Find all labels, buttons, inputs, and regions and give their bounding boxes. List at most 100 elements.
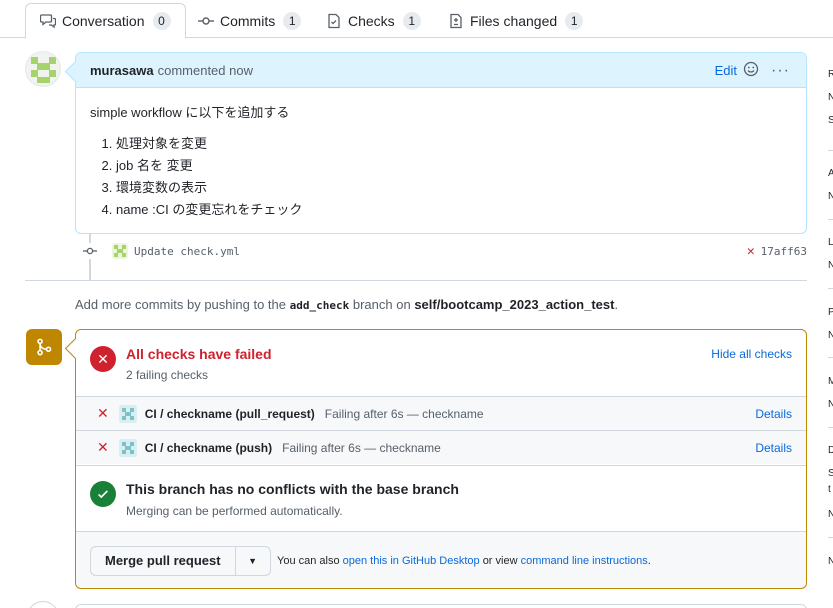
check-description: Failing after 6s — checkname: [324, 406, 484, 421]
x-fail-icon[interactable]: ✕: [747, 244, 755, 259]
list-item: 処理対象を変更: [116, 133, 792, 155]
sidebar-text-fragment: N: [828, 509, 833, 520]
pr-description-comment: murasawa commented now Edit ··· simple w…: [75, 52, 807, 234]
command-line-instructions-link[interactable]: command line instructions: [521, 555, 648, 567]
sidebar-text-fragment: N: [828, 330, 833, 341]
sidebar-heading-fragment: N: [828, 556, 833, 567]
merge-actions: Merge pull request ▼ You can also open t…: [76, 531, 806, 588]
github-actions-app-icon: [118, 404, 137, 423]
edit-comment-button[interactable]: Edit: [715, 63, 737, 78]
sidebar-divider: [828, 357, 833, 358]
conflict-status-title: This branch has no conflicts with the ba…: [126, 481, 459, 497]
tab-label: Checks: [348, 12, 395, 29]
hint-text: or view: [482, 555, 518, 567]
check-row: ✕ CI / checkname (pull_request) Failing …: [76, 396, 806, 430]
comment-list: 処理対象を変更 job 名を 変更 環境変数の表示 name :CI の変更忘れ…: [90, 133, 792, 221]
comment-discussion-icon: [40, 13, 56, 29]
commit-row: Update check.yml ✕ 17aff63: [82, 240, 807, 262]
pr-tab-bar: Conversation 0 Commits 1 Checks 1 Files …: [0, 0, 833, 39]
add-reaction-icon[interactable]: [743, 61, 759, 80]
checklist-icon: [326, 13, 342, 29]
check-name: CI / checkname (push): [144, 440, 273, 455]
tab-label: Commits: [220, 12, 276, 29]
github-actions-app-icon: [118, 438, 137, 457]
commit-message-link[interactable]: Update check.yml: [134, 245, 240, 258]
list-item: name :CI の変更忘れをチェック: [116, 199, 792, 221]
tab-count-badge: 1: [402, 11, 421, 30]
check-details-link[interactable]: Details: [755, 407, 792, 421]
list-item: 環境変数の表示: [116, 177, 792, 199]
hint-text: You can also: [277, 555, 340, 567]
sidebar-text-fragment: N: [828, 399, 833, 410]
avatar: [27, 601, 59, 608]
sidebar-heading-fragment: L: [828, 237, 833, 248]
tab-label: Conversation: [62, 13, 145, 29]
tab-label: Files changed: [470, 12, 558, 29]
checks-status-title: All checks have failed: [126, 346, 272, 362]
x-fail-icon: ✕: [97, 405, 109, 421]
hide-all-checks-button[interactable]: Hide all checks: [711, 347, 792, 361]
tab-checks[interactable]: Checks 1: [326, 3, 421, 38]
conflict-status-subtitle: Merging can be performed automatically.: [126, 504, 343, 518]
git-commit-icon: [198, 13, 214, 29]
sidebar-text-fragment: N: [828, 92, 833, 103]
sidebar-text-fragment: S: [828, 115, 833, 126]
sidebar-divider: [828, 150, 833, 151]
sidebar-text-fragment: N: [828, 191, 833, 202]
checks-summary: ✕ All checks have failed 2 failing check…: [76, 330, 806, 396]
comment-intro: simple workflow に以下を追加する: [90, 105, 290, 120]
sidebar-heading-fragment: M: [828, 376, 833, 387]
hint-text: .: [614, 297, 619, 312]
comment-author-link[interactable]: murasawa: [90, 63, 154, 78]
merge-box: ✕ All checks have failed 2 failing check…: [75, 329, 807, 589]
avatar[interactable]: [25, 51, 61, 87]
x-circle-fail-icon: ✕: [90, 346, 116, 372]
sidebar-heading-fragment: R: [828, 69, 833, 80]
tab-count-badge: 1: [565, 11, 584, 30]
x-fail-icon: ✕: [97, 439, 109, 455]
sidebar-heading-fragment: P: [828, 307, 833, 318]
tab-count-badge: 0: [152, 12, 171, 30]
comment-body: simple workflow に以下を追加する 処理対象を変更 job 名を …: [76, 88, 806, 235]
tab-files-changed[interactable]: Files changed 1: [448, 3, 584, 38]
tab-count-badge: 1: [283, 11, 302, 30]
git-commit-icon: [82, 243, 98, 259]
sidebar-divider: [828, 288, 833, 289]
check-row: ✕ CI / checkname (push) Failing after 6s…: [76, 430, 806, 464]
sidebar-divider: [828, 219, 833, 220]
chevron-down-icon[interactable]: ▼: [236, 547, 270, 575]
repo-name-link[interactable]: self/bootcamp_2023_action_test: [414, 297, 614, 312]
check-description: Failing after 6s — checkname: [282, 440, 441, 455]
open-in-desktop-link[interactable]: open this in GitHub Desktop: [343, 555, 480, 567]
sidebar-heading-fragment: D: [828, 445, 833, 456]
sidebar-heading-fragment: A: [828, 168, 833, 179]
sidebar-text-fragment: N: [828, 260, 833, 271]
file-diff-icon: [448, 13, 464, 29]
conflict-status: This branch has no conflicts with the ba…: [76, 465, 806, 531]
sidebar-divider: [828, 427, 833, 428]
kebab-menu-icon[interactable]: ···: [771, 62, 790, 80]
sidebar-divider: [828, 537, 833, 538]
tab-conversation[interactable]: Conversation 0: [25, 3, 186, 39]
sidebar-text-fragment: S: [828, 468, 833, 479]
comment-header: murasawa commented now Edit ···: [76, 53, 806, 88]
commit-sha-group: ✕ 17aff63: [747, 244, 807, 259]
commit-sha-link[interactable]: 17aff63: [761, 245, 807, 258]
check-name: CI / checkname (pull_request): [144, 406, 315, 421]
branch-name[interactable]: add_check: [290, 299, 350, 312]
merge-button-group: Merge pull request ▼: [90, 546, 271, 576]
hint-text: branch on: [352, 297, 411, 312]
commit-author-avatar[interactable]: [112, 243, 128, 259]
merge-alt-hint: You can also open this in GitHub Desktop…: [277, 555, 651, 567]
hint-text: .: [647, 555, 651, 567]
git-merge-icon: [26, 329, 62, 365]
list-item: job 名を 変更: [116, 155, 792, 177]
merge-pull-request-button[interactable]: Merge pull request: [91, 547, 236, 575]
push-hint: Add more commits by pushing to the add_c…: [75, 297, 618, 312]
hint-text: Add more commits by pushing to the: [75, 297, 286, 312]
tab-commits[interactable]: Commits 1: [198, 3, 302, 38]
check-details-link[interactable]: Details: [755, 441, 792, 455]
comment-timestamp: commented now: [157, 62, 253, 78]
checks-status-subtitle: 2 failing checks: [126, 368, 209, 382]
divider: [25, 280, 807, 281]
